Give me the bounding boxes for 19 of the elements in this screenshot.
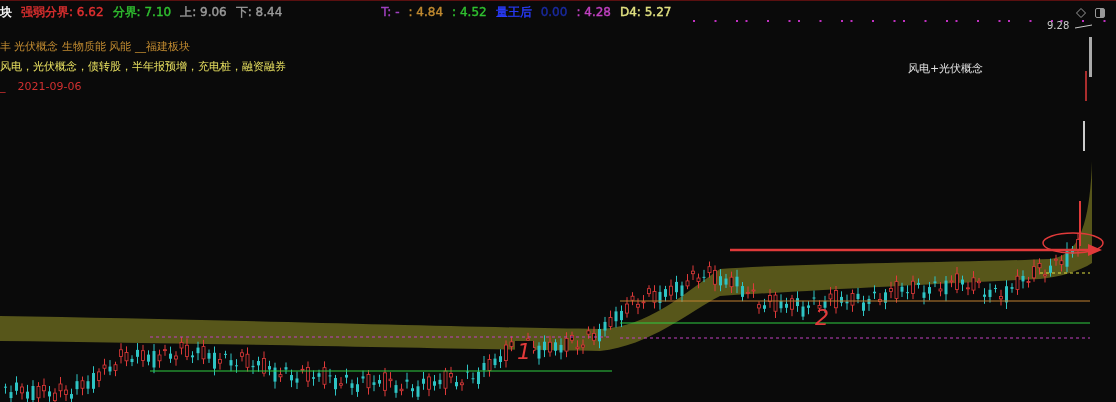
price-label: 9.28 xyxy=(1047,20,1070,31)
indicator-value: D4: 5.27 xyxy=(619,5,672,19)
indicator-value: 块 xyxy=(0,5,12,19)
indicator-value: : 4.28 xyxy=(576,5,611,19)
indicator-value: : 4.52 xyxy=(452,5,487,19)
date-marker: _ xyxy=(0,79,6,95)
indicator-value: 上: 9.06 xyxy=(180,5,227,19)
indicator-value: 强弱分界: 6.62 xyxy=(21,5,104,19)
concept-list: 风电，光伏概念，债转股，半年报预增，充电桩，融资融券 xyxy=(0,57,286,77)
indicator-value: 下: 8.44 xyxy=(235,5,283,19)
indicator-value: 0.00 xyxy=(540,5,568,19)
sector-list: 丰 光伏概念 生物质能 风能 __福建板块 xyxy=(0,37,190,57)
indicator-value: : 4.84 xyxy=(408,5,444,19)
indicator-value: 量王后 xyxy=(495,5,532,19)
chart-note: 风电+光伏概念 xyxy=(908,61,984,76)
date-label: 2021-09-06 xyxy=(17,79,82,95)
indicator-value: T: - xyxy=(381,5,400,19)
indicator-value: 分界: 7.10 xyxy=(112,5,172,19)
handwritten-mark: 2 xyxy=(815,307,829,329)
